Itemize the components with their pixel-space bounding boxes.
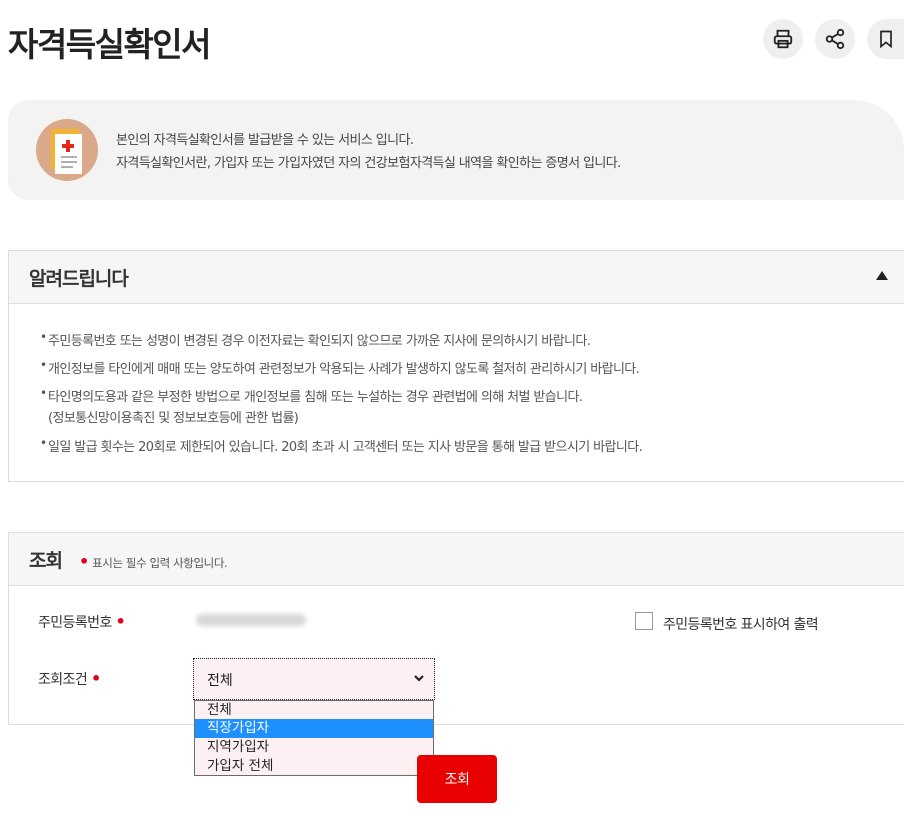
notice-item: • 주민등록번호 또는 성명이 변경된 경우 이전자료는 확인되지 않으므로 가… bbox=[40, 330, 591, 349]
print-ssn-label[interactable]: 주민등록번호 표시하여 출력 bbox=[663, 614, 819, 634]
collapse-up-icon[interactable] bbox=[876, 271, 888, 280]
notice-text: 일일 발급 횟수는 20회로 제한되어 있습니다. 20회 초과 시 고객센터 … bbox=[48, 440, 643, 455]
ssn-label: 주민등록번호 • bbox=[38, 612, 126, 632]
required-dot: • bbox=[90, 669, 101, 688]
ssn-masked-value bbox=[196, 614, 306, 626]
medical-certificate-icon bbox=[36, 119, 98, 181]
condition-label-text: 조회조건 bbox=[38, 672, 88, 688]
bullet-icon: • bbox=[40, 358, 47, 372]
condition-dropdown: 전체 직장가입자 지역가입자 가입자 전체 bbox=[194, 700, 434, 776]
condition-label: 조회조건 • bbox=[38, 669, 101, 689]
bullet-icon: • bbox=[40, 436, 47, 450]
notice-item: • 개인정보를 타인에게 매매 또는 양도하여 관련정보가 악용되는 사례가 발… bbox=[40, 358, 640, 377]
bullet-icon: • bbox=[40, 330, 47, 344]
notice-text: 주민등록번호 또는 성명이 변경된 경우 이전자료는 확인되지 않으므로 가까운… bbox=[48, 334, 591, 349]
condition-select[interactable]: 전체 bbox=[193, 658, 435, 700]
search-button[interactable]: 조회 bbox=[417, 755, 497, 803]
printer-icon bbox=[773, 29, 793, 49]
intro-line-1: 본인의 자격득실확인서를 발급받을 수 있는 서비스 입니다. bbox=[116, 133, 414, 148]
notice-title: 알려드립니다 bbox=[29, 268, 129, 290]
notice-item-sub: (정보통신망이용촉진 및 정보보호등에 관한 법률) bbox=[48, 407, 299, 426]
share-icon bbox=[825, 28, 845, 50]
search-header: 조회 • 표시는 필수 입력 사항입니다. bbox=[9, 533, 904, 586]
required-note: • 표시는 필수 입력 사항입니다. bbox=[79, 552, 228, 571]
required-dot: • bbox=[79, 552, 89, 571]
bookmark-button[interactable] bbox=[867, 19, 904, 59]
chevron-down-icon bbox=[414, 675, 424, 682]
intro-line-2: 자격득실확인서란, 가입자 또는 가입자였던 자의 건강보험자격득실 내역을 확… bbox=[116, 156, 621, 171]
condition-select-value: 전체 bbox=[207, 673, 233, 689]
option-all-subscribers[interactable]: 가입자 전체 bbox=[195, 757, 433, 776]
print-button[interactable] bbox=[763, 19, 803, 59]
option-employee[interactable]: 직장가입자 bbox=[195, 719, 433, 738]
ssn-label-text: 주민등록번호 bbox=[38, 615, 112, 631]
notice-text: 타인명의도용과 같은 부정한 방법으로 개인정보를 침해 또는 누설하는 경우 … bbox=[48, 390, 583, 405]
option-all[interactable]: 전체 bbox=[195, 701, 433, 720]
page-title: 자격득실확인서 bbox=[8, 25, 212, 64]
option-regional[interactable]: 지역가입자 bbox=[195, 738, 433, 757]
intro-box: 본인의 자격득실확인서를 발급받을 수 있는 서비스 입니다. 자격득실확인서란… bbox=[8, 100, 904, 200]
bookmark-icon bbox=[879, 30, 892, 49]
share-button[interactable] bbox=[815, 19, 855, 59]
required-note-text: 표시는 필수 입력 사항입니다. bbox=[92, 556, 228, 570]
notice-text: 개인정보를 타인에게 매매 또는 양도하여 관련정보가 악용되는 사례가 발생하… bbox=[48, 362, 640, 377]
notice-header[interactable]: 알려드립니다 bbox=[9, 251, 904, 304]
required-dot: • bbox=[115, 612, 126, 631]
bullet-icon: • bbox=[40, 386, 47, 400]
notice-item: • 타인명의도용과 같은 부정한 방법으로 개인정보를 침해 또는 누설하는 경… bbox=[40, 386, 583, 405]
print-ssn-checkbox[interactable] bbox=[635, 612, 653, 630]
search-title: 조회 bbox=[29, 550, 63, 572]
notice-subtext: (정보통신망이용촉진 및 정보보호등에 관한 법률) bbox=[48, 411, 299, 426]
notice-item: • 일일 발급 횟수는 20회로 제한되어 있습니다. 20회 초과 시 고객센… bbox=[40, 436, 643, 455]
